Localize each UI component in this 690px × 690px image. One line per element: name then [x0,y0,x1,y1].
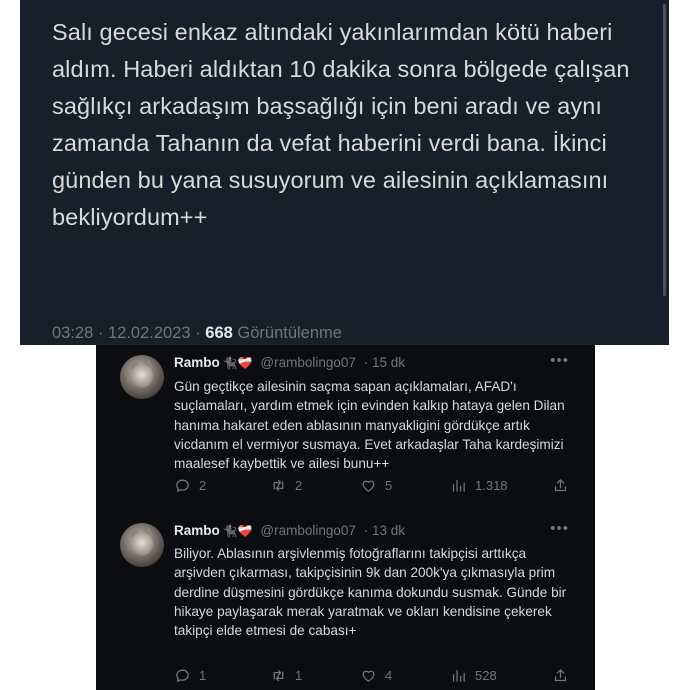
avatar[interactable] [120,355,164,399]
like-count: 4 [385,668,393,683]
retweet-icon [273,669,284,682]
share-button[interactable] [552,477,569,494]
retweet-button[interactable]: 2 [270,477,302,494]
retweet-count: 2 [295,478,303,493]
reply-text: Biliyor. Ablasının arşivlenmiş fotoğrafl… [174,546,567,639]
reply-time[interactable]: · 13 dk [364,523,405,538]
display-name[interactable]: Rambo [174,523,220,538]
views-count: 1.318 [475,478,508,493]
tweet-text: Salı gecesi enkaz altındaki yakınlarımda… [52,19,630,230]
reply-icon [176,479,189,492]
user-handle[interactable]: @rambolingo07 [260,355,356,370]
action-bar: 1 1 4 528 [174,667,574,689]
name-emoji: 🐈‍⬛❤️‍🩹 [222,524,253,538]
reply-button[interactable]: 1 [174,667,206,684]
share-icon [554,669,567,682]
reply-count: 2 [199,478,207,493]
action-bar: 2 2 5 1.318 [174,477,574,499]
reply-text: Gün geçtikçe ailesinin saçma sapan açıkl… [174,379,565,472]
views-count: 528 [475,668,497,683]
meta-separator: · [195,324,201,342]
views-icon [452,669,465,682]
views-label: Görüntülenme [237,324,342,342]
like-button[interactable]: 4 [360,667,392,684]
reply-header: Rambo 🐈‍⬛❤️‍🩹 @rambolingo07 · 13 dk [174,523,405,538]
avatar-cat-face [131,532,153,556]
retweet-count: 1 [295,668,303,683]
user-handle[interactable]: @rambolingo07 [260,523,356,538]
reply-count: 1 [199,668,207,683]
like-button[interactable]: 5 [360,477,392,494]
replies-panel: Rambo 🐈‍⬛❤️‍🩹 @rambolingo07 · 15 dk ••• G… [96,345,595,690]
reply-icon [176,669,189,682]
retweet-button[interactable]: 1 [270,667,302,684]
tweet-time[interactable]: 03:28 [52,324,93,342]
share-button[interactable] [552,667,569,684]
retweet-icon [273,479,284,492]
avatar-cat-face [131,364,153,388]
more-icon[interactable]: ••• [550,520,569,537]
share-icon [554,479,567,492]
views-button[interactable]: 528 [450,667,497,684]
like-count: 5 [385,478,393,493]
reply-time[interactable]: · 15 dk [364,355,405,370]
avatar[interactable] [120,523,164,567]
heart-icon [362,670,375,682]
reply-header: Rambo 🐈‍⬛❤️‍🩹 @rambolingo07 · 15 dk [174,355,405,370]
views-count: 668 [205,324,233,342]
scrollbar-thumb[interactable] [663,4,666,296]
heart-icon [362,480,375,492]
more-icon[interactable]: ••• [550,352,569,369]
display-name[interactable]: Rambo [174,355,220,370]
reply-button[interactable]: 2 [174,477,206,494]
tweet-date[interactable]: 12.02.2023 [108,324,191,342]
tweet-meta: 03:28 · 12.02.2023 · 668 Görüntülenme [52,324,342,343]
meta-separator: · [97,324,104,342]
name-emoji: 🐈‍⬛❤️‍🩹 [222,356,253,370]
views-button[interactable]: 1.318 [450,477,508,494]
views-icon [452,479,465,492]
top-tweet-panel: Salı gecesi enkaz altındaki yakınlarımda… [20,0,669,345]
